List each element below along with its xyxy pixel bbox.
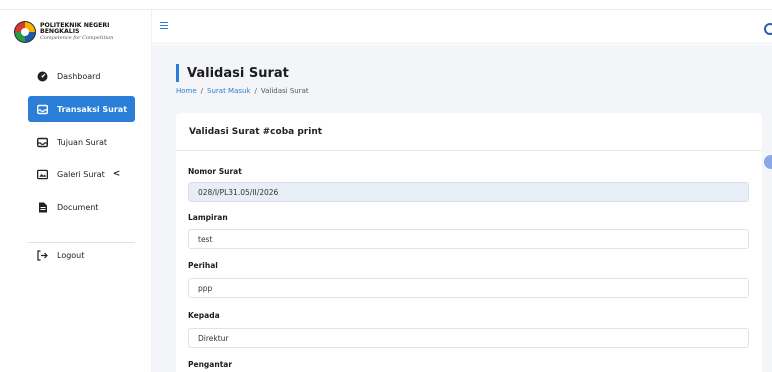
sidebar-item-label: Dashboard [57,71,101,81]
sidebar-item-label: Galeri Surat [57,169,105,179]
document-icon [37,202,48,213]
kepada-label: Kepada [188,311,220,320]
page-title-wrap: Validasi Surat [176,64,289,82]
sidebar-item-galeri-surat[interactable]: Galeri Surat < [28,161,135,187]
top-header [152,10,772,44]
brand-subtitle: Competence for Competition [39,35,114,42]
breadcrumb-separator: / [254,87,257,95]
page-title: Validasi Surat [187,65,289,81]
sidebar-item-label: Document [57,202,99,212]
sidebar-item-label: Tujuan Surat [57,137,108,147]
gallery-icon [37,169,48,180]
breadcrumb-home[interactable]: Home [176,87,197,95]
lampiran-label: Lampiran [188,213,228,222]
sidebar-item-tujuan-surat[interactable]: Tujuan Surat [28,129,135,155]
user-circle-icon[interactable] [764,23,772,35]
sidebar-item-transaksi-surat[interactable]: Transaksi Surat [28,96,135,122]
breadcrumb-separator: / [200,87,204,95]
dashboard-icon [37,71,48,82]
sidebar-item-label: Logout [57,250,85,260]
breadcrumb: Home / Surat Masuk / Validasi Surat [176,87,309,95]
perihal-field[interactable] [188,278,749,298]
brand-title: POLITEKNIK NEGERI BENGKALIS [39,21,110,35]
perihal-label: Perihal [188,261,218,270]
pengantar-label: Pengantar [188,360,233,369]
breadcrumb-surat-masuk[interactable]: Surat Masuk [207,87,250,95]
institution-logo [14,21,36,43]
nomor-surat-field[interactable] [188,182,749,202]
envelope-icon [37,137,48,148]
sidebar-item-logout[interactable]: Logout [28,242,135,268]
kepada-field[interactable] [188,328,749,348]
validation-card: Validasi Surat #coba print Nomor Surat L… [176,113,762,372]
brand-text: POLITEKNIK NEGERI BENGKALIS Competence f… [39,21,151,42]
nomor-surat-label: Nomor Surat [188,167,242,176]
hamburger-icon[interactable] [160,22,168,30]
logout-icon [37,249,48,261]
sidebar-item-dashboard[interactable]: Dashboard [28,63,135,89]
sidebar-item-document[interactable]: Document [28,194,135,220]
top-strip [0,0,772,10]
envelope-icon [37,104,48,115]
chevron-left-icon[interactable]: < [113,169,121,179]
brand[interactable]: POLITEKNIK NEGERI BENGKALIS Competence f… [14,21,151,43]
main-content: Validasi Surat Home / Surat Masuk / Validasi… [152,45,772,372]
sidebar: POLITEKNIK NEGERI BENGKALIS Competence f… [0,10,152,372]
sidebar-item-label: Transaksi Surat [57,104,128,114]
card-title: Validasi Surat #coba print [176,113,762,151]
lampiran-field[interactable] [188,229,749,249]
breadcrumb-current: Validasi Surat [260,87,309,95]
floating-circle-button[interactable] [764,155,772,169]
